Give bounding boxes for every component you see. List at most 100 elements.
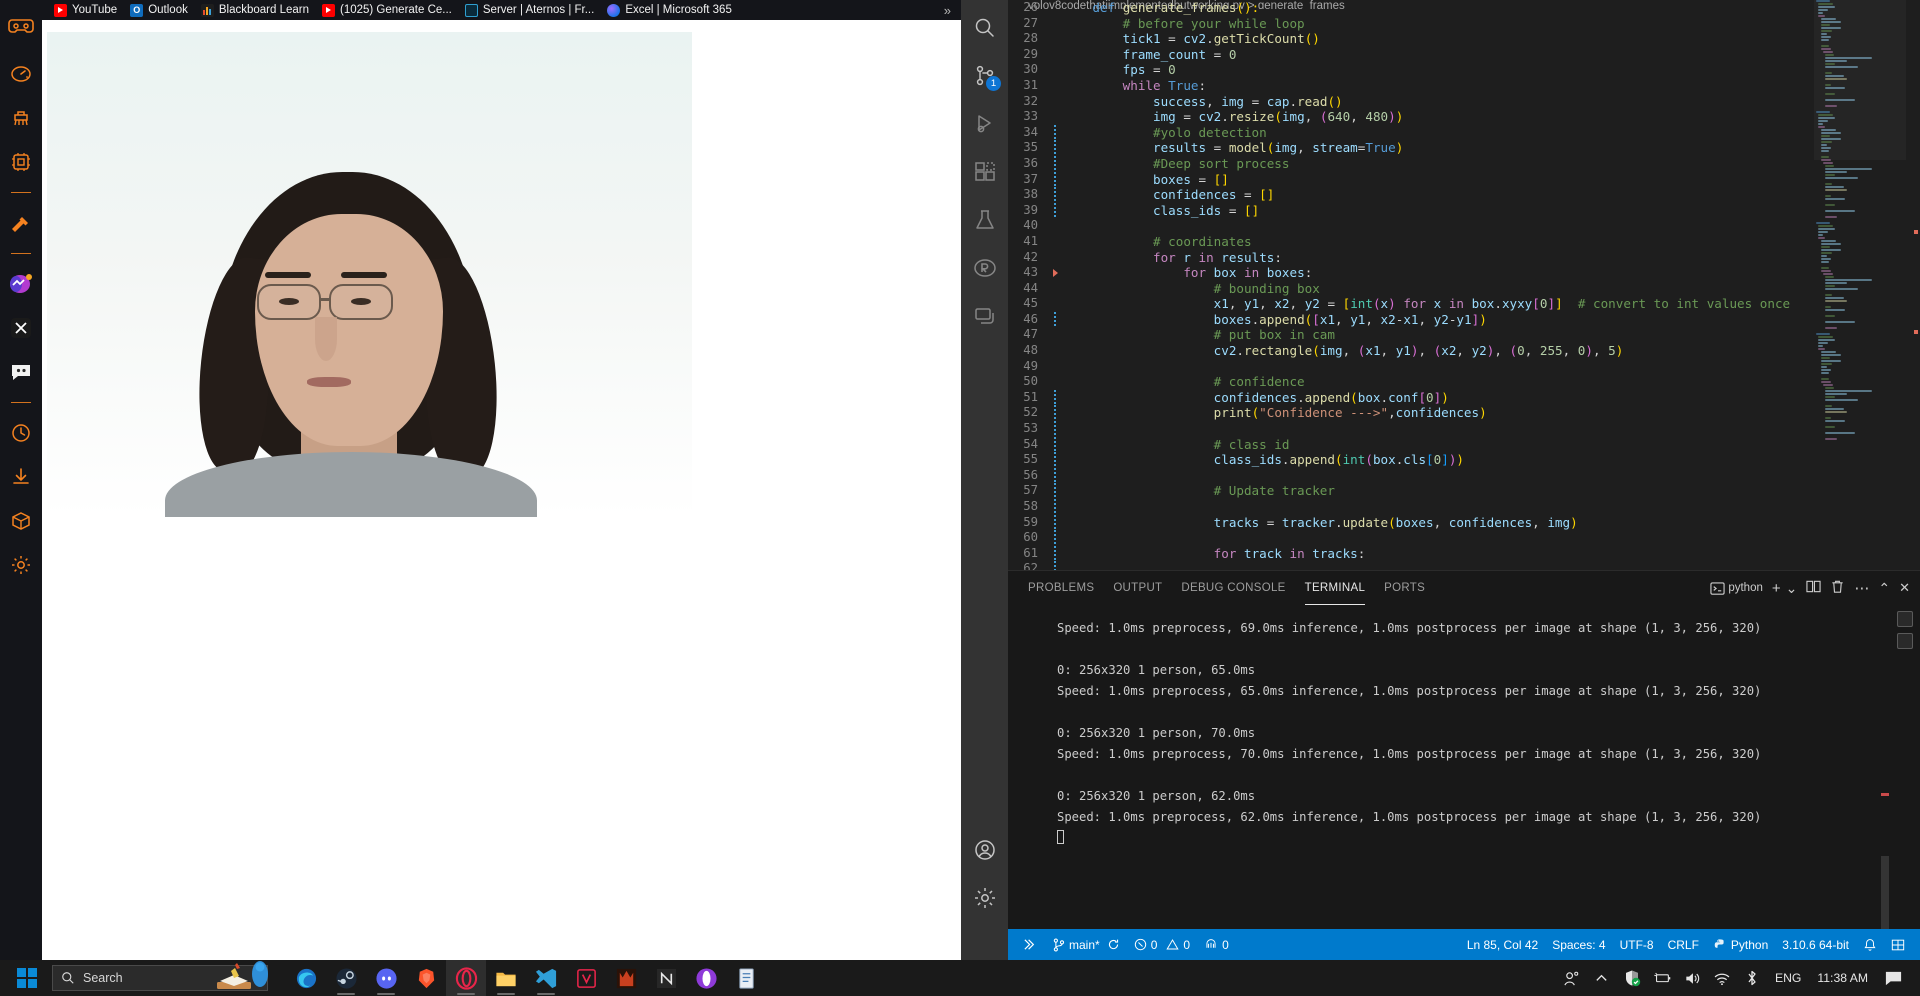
search-icon[interactable] [961, 4, 1008, 52]
code-line[interactable]: 41 # coordinates [1008, 234, 1920, 250]
microsoft-edge-icon[interactable] [286, 960, 326, 996]
code-line[interactable]: 26 def generate_frames(): [1008, 0, 1920, 16]
code-line[interactable]: 39 class_ids = [] [1008, 202, 1920, 219]
x-twitter-icon[interactable] [0, 306, 42, 350]
code-line[interactable]: 61 for track in tracks: [1008, 545, 1920, 562]
status-branch[interactable]: main* [1045, 929, 1127, 960]
browser-tab-youtube[interactable]: YouTube [50, 0, 126, 20]
tab-overflow-button[interactable]: » [944, 3, 961, 18]
hammer-icon[interactable] [0, 201, 42, 245]
status-language-mode[interactable]: Python [1706, 929, 1775, 960]
code-line[interactable]: 51 confidences.append(box.conf[0]) [1008, 389, 1920, 406]
vs-code-icon[interactable] [526, 960, 566, 996]
extensions-icon[interactable] [961, 148, 1008, 196]
code-editor[interactable]: 26 def generate_frames(): 27 # before you… [1008, 0, 1920, 570]
editor-minimap[interactable] [1814, 0, 1906, 570]
terminal-shell-selector[interactable]: python [1710, 581, 1763, 596]
tab-terminal[interactable]: TERMINAL [1304, 571, 1366, 605]
code-line[interactable]: 37 boxes = [] [1008, 171, 1920, 188]
r-language-icon[interactable] [961, 244, 1008, 292]
action-center-icon[interactable] [1876, 960, 1910, 996]
code-line[interactable]: 31 while True: [1008, 78, 1920, 94]
search-input[interactable]: Search [52, 961, 268, 991]
tab-output[interactable]: OUTPUT [1113, 571, 1162, 605]
browser-tab-blackboard[interactable]: Blackboard Learn [197, 0, 318, 20]
tab-problems[interactable]: PROBLEMS [1028, 571, 1094, 605]
trash-icon[interactable] [1830, 579, 1845, 597]
package-icon[interactable] [0, 499, 42, 543]
messenger-icon[interactable] [0, 262, 42, 306]
cleaner-icon[interactable] [0, 96, 42, 140]
code-line[interactable]: 28 tick1 = cv2.getTickCount() [1008, 31, 1920, 47]
editor-scrollbar[interactable] [1906, 0, 1920, 570]
manage-settings-icon[interactable] [961, 874, 1008, 922]
code-line[interactable]: 48 cv2.rectangle(img, (x1, y1), (x2, y2)… [1008, 343, 1920, 359]
terminal-output[interactable]: Speed: 1.0ms preprocess, 69.0ms inferenc… [1008, 605, 1890, 929]
code-line[interactable]: 38 confidences = [] [1008, 187, 1920, 203]
steam-icon[interactable] [326, 960, 366, 996]
chevron-down-icon[interactable]: ⌄ [1786, 580, 1798, 597]
code-line[interactable]: 36 #Deep sort process [1008, 155, 1920, 172]
code-line[interactable]: 34 #yolo detection [1008, 124, 1920, 141]
code-line[interactable]: 27 # before your while loop [1008, 16, 1920, 32]
code-line[interactable]: 46 boxes.append([x1, y1, x2-x1, y2-y1]) [1008, 311, 1920, 328]
vimeo-icon[interactable] [566, 960, 606, 996]
file-explorer-icon[interactable] [486, 960, 526, 996]
history-icon[interactable] [0, 411, 42, 455]
discord-icon[interactable] [0, 350, 42, 394]
split-terminal-icon[interactable] [1806, 579, 1821, 597]
accounts-icon[interactable] [961, 826, 1008, 874]
speedometer-icon[interactable] [0, 52, 42, 96]
brave-icon[interactable] [406, 960, 446, 996]
status-indentation[interactable]: Spaces: 4 [1545, 929, 1612, 960]
people-icon[interactable] [1557, 960, 1587, 996]
code-line[interactable]: 60 [1008, 530, 1920, 546]
terminal-scrollbar[interactable] [1880, 611, 1890, 946]
game-icon[interactable] [606, 960, 646, 996]
browser-tab-generate-ce[interactable]: (1025) Generate Ce... [318, 0, 461, 20]
code-line[interactable]: 47 # put box in cam [1008, 327, 1920, 343]
show-hidden-icons-icon[interactable] [1587, 960, 1617, 996]
browser-tab-excel[interactable]: Excel | Microsoft 365 [603, 0, 741, 20]
status-ports[interactable]: 0 [1197, 929, 1236, 960]
code-line[interactable]: 62 [1008, 561, 1920, 570]
code-line[interactable]: 58 [1008, 499, 1920, 515]
notepad-icon[interactable] [726, 960, 766, 996]
code-line[interactable]: 42 for r in results: [1008, 250, 1920, 266]
settings-gear-icon[interactable] [0, 543, 42, 587]
code-line[interactable]: 33 img = cv2.resize(img, (640, 480)) [1008, 109, 1920, 125]
code-line[interactable]: 50 # confidence [1008, 374, 1920, 390]
status-cursor-position[interactable]: Ln 85, Col 42 [1460, 929, 1545, 960]
downloads-icon[interactable] [0, 455, 42, 499]
code-line[interactable]: 35 results = model(img, stream=True) [1008, 140, 1920, 156]
status-notifications[interactable] [1856, 929, 1884, 960]
more-actions-button[interactable]: ⋯ [1854, 579, 1869, 597]
code-line[interactable]: 32 success, img = cap.read() [1008, 94, 1920, 110]
code-line[interactable]: 29 frame_count = 0 [1008, 47, 1920, 63]
status-eol[interactable]: CRLF [1661, 929, 1706, 960]
wifi-icon[interactable] [1707, 960, 1737, 996]
language-indicator[interactable]: ENG [1767, 971, 1809, 985]
code-line[interactable]: 54 # class id [1008, 436, 1920, 453]
maximize-panel-button[interactable]: ⌃ [1878, 580, 1890, 597]
remote-explorer-icon[interactable] [961, 292, 1008, 340]
opera-icon[interactable] [686, 960, 726, 996]
close-panel-button[interactable]: ✕ [1899, 580, 1910, 596]
code-line[interactable]: 59 tracks = tracker.update(boxes, confid… [1008, 514, 1920, 531]
code-line[interactable]: 30 fps = 0 [1008, 62, 1920, 78]
status-interpreter[interactable]: 3.10.6 64-bit [1775, 929, 1856, 960]
code-line[interactable]: 44 # bounding box [1008, 281, 1920, 297]
start-button[interactable] [6, 960, 48, 996]
bluetooth-icon[interactable] [1737, 960, 1767, 996]
terminal-tab-2[interactable] [1897, 633, 1913, 649]
breakpoint-marker[interactable] [1050, 265, 1062, 281]
windows-security-icon[interactable] [1617, 960, 1647, 996]
status-encoding[interactable]: UTF-8 [1613, 929, 1661, 960]
code-line[interactable]: 40 [1008, 218, 1920, 234]
discord-icon[interactable] [366, 960, 406, 996]
source-control-icon[interactable]: 1 [961, 52, 1008, 100]
code-line[interactable]: 57 # Update tracker [1008, 483, 1920, 499]
terminal-tab-1[interactable] [1897, 611, 1913, 627]
remote-window-icon[interactable] [1016, 929, 1045, 960]
browser-tab-aternos[interactable]: Server | Aternos | Fr... [461, 0, 603, 20]
